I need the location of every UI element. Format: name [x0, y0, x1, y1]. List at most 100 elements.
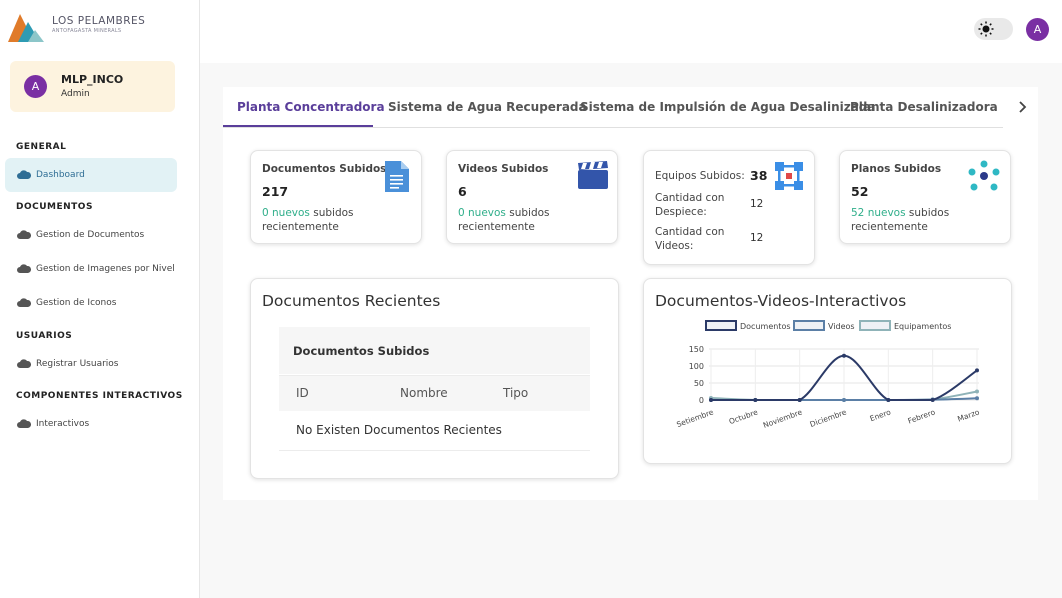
table-empty-message: No Existen Documentos Recientes [296, 423, 502, 437]
mountain-logo-icon [8, 14, 44, 42]
data-point [975, 396, 979, 401]
legend-label: Videos [828, 322, 855, 331]
data-point [709, 398, 713, 402]
new-count: 0 nuevos [262, 207, 310, 219]
cloud-icon [17, 419, 31, 428]
despiece-label: Cantidad con Despiece: [655, 192, 725, 218]
data-point [930, 398, 935, 402]
tab-scroll-right-button[interactable] [1012, 97, 1032, 117]
x-tick-label: Diciembre [809, 407, 848, 429]
sidebar-item-label: Gestion de Documentos [36, 230, 145, 240]
recent-documents-panel: Documentos Recientes Documentos Subidos … [250, 278, 619, 479]
recent-documents-title: Documentos Recientes [262, 292, 441, 310]
sidebar-item-interactivos[interactable]: Interactivos [5, 407, 177, 441]
tab-sistema-impulsion[interactable]: Sistema de Impulsión de Agua Desalinizad… [580, 100, 876, 114]
card-count: 217 [262, 184, 289, 199]
tab-planta-desalinizadora[interactable]: Planta Desalinizadora [850, 100, 998, 114]
content-panel: Planta Concentradora Sistema de Agua Rec… [223, 87, 1038, 500]
active-tab-indicator [223, 125, 373, 127]
tab-planta-concentradora[interactable]: Planta Concentradora [237, 100, 385, 114]
theme-toggle[interactable] [974, 18, 1013, 40]
new-count: 52 nuevos [851, 207, 906, 219]
documentos-card: Documentos Subidos 217 0 nuevos subidos … [250, 150, 422, 244]
line-chart: 0 50 100 150 Setiembre Octubre Noviembre Diciem… [675, 320, 981, 430]
clapperboard-icon [578, 161, 608, 189]
sidebar-item-dashboard[interactable]: Dashboard [5, 158, 177, 192]
x-tick-label: Noviembre [762, 407, 804, 430]
planos-card: Planos Subidos 52 52 nuevos subidos reci… [839, 150, 1011, 244]
chart-title: Documentos-Videos-Interactivos [655, 292, 907, 310]
card-title: Videos Subidos [458, 163, 549, 175]
table-columns: ID Nombre Tipo [279, 375, 590, 411]
data-point [842, 353, 846, 358]
card-note: 52 nuevos subidos recientemente [851, 206, 971, 234]
card-note: 0 nuevos subidos recientemente [262, 206, 382, 234]
column-tipo[interactable]: Tipo [503, 386, 528, 400]
sidebar-item-label: Gestion de Iconos [36, 298, 117, 308]
sidebar-item-gestion-imagenes[interactable]: Gestion de Imagenes por Nivel [5, 252, 177, 286]
sidebar-item-gestion-iconos[interactable]: Gestion de Iconos [5, 286, 177, 320]
card-count: 6 [458, 184, 467, 199]
sidebar-item-label: Dashboard [36, 170, 85, 180]
card-title: Documentos Subidos [262, 163, 387, 175]
y-tick-label: 0 [699, 396, 704, 405]
cloud-icon [17, 264, 31, 273]
equipos-card: Equipos Subidos: 38 Cantidad con Despiec… [643, 150, 815, 265]
brand-name: LOS PELAMBRES [52, 15, 146, 27]
avatar[interactable]: A [24, 75, 47, 98]
card-note: 0 nuevos subidos recientemente [458, 206, 578, 234]
tab-sistema-agua-recuperada[interactable]: Sistema de Agua Recuperada [388, 100, 587, 114]
videos-label: Cantidad con Videos: [655, 226, 725, 252]
x-tick-label: Octubre [728, 407, 760, 426]
x-tick-label: Setiembre [675, 407, 715, 429]
data-point [842, 398, 846, 402]
y-tick-label: 150 [689, 345, 704, 354]
column-id[interactable]: ID [296, 386, 309, 400]
document-icon [385, 161, 409, 192]
user-avatar-button[interactable]: A [1026, 18, 1049, 41]
x-tick-label: Febrero [907, 407, 937, 425]
tab-bar: Planta Concentradora Sistema de Agua Rec… [223, 87, 1003, 128]
sidebar-item-label: Registrar Usuarios [36, 359, 119, 369]
brand-subtitle: ANTOFAGASTA MINERALS [52, 28, 122, 34]
despiece-value: 12 [750, 198, 764, 210]
new-count: 0 nuevos [458, 207, 506, 219]
table-header: Documentos Subidos [279, 327, 590, 374]
section-general: GENERAL [16, 142, 67, 152]
section-usuarios: USUARIOS [16, 331, 73, 341]
y-tick-label: 100 [689, 362, 704, 371]
cloud-icon [17, 298, 31, 307]
section-documentos: DOCUMENTOS [16, 202, 93, 212]
data-point [797, 398, 802, 402]
sidebar-item-registrar-usuarios[interactable]: Registrar Usuarios [5, 347, 177, 381]
card-count: 52 [851, 184, 869, 199]
cloud-icon [17, 359, 31, 368]
network-icon [968, 160, 1000, 191]
card-title: Planos Subidos [851, 163, 942, 175]
sidebar-item-label: Interactivos [36, 419, 90, 429]
data-point [975, 389, 979, 394]
column-nombre[interactable]: Nombre [400, 386, 448, 400]
videos-card: Videos Subidos 6 0 nuevos subidos recien… [446, 150, 618, 244]
data-point [753, 398, 758, 402]
sidebar-item-gestion-documentos[interactable]: Gestion de Documentos [5, 218, 177, 252]
equipment-icon [775, 162, 803, 190]
data-point [975, 368, 979, 373]
y-tick-label: 50 [694, 379, 704, 388]
legend-swatch [859, 320, 891, 331]
chart-panel: Documentos-Videos-Interactivos 0 50 100 150… [643, 278, 1012, 464]
equipos-label: Equipos Subidos: [655, 170, 745, 182]
legend-swatch [793, 320, 825, 331]
user-card: A MLP_INCO Admin [10, 61, 175, 112]
table-title: Documentos Subidos [293, 344, 430, 358]
x-tick-label: Enero [869, 407, 893, 423]
sidebar-item-label: Gestion de Imagenes por Nivel [36, 264, 175, 274]
legend-swatch [705, 320, 737, 331]
cloud-icon [17, 230, 31, 239]
legend-label: Documentos [740, 322, 791, 331]
brand-logo[interactable]: LOS PELAMBRES ANTOFAGASTA MINERALS [8, 10, 148, 44]
user-role: Admin [61, 89, 90, 99]
sidebar: LOS PELAMBRES ANTOFAGASTA MINERALS A MLP… [0, 0, 200, 598]
section-componentes-interactivos: COMPONENTES INTERACTIVOS [16, 391, 183, 401]
user-name: MLP_INCO [61, 73, 124, 86]
